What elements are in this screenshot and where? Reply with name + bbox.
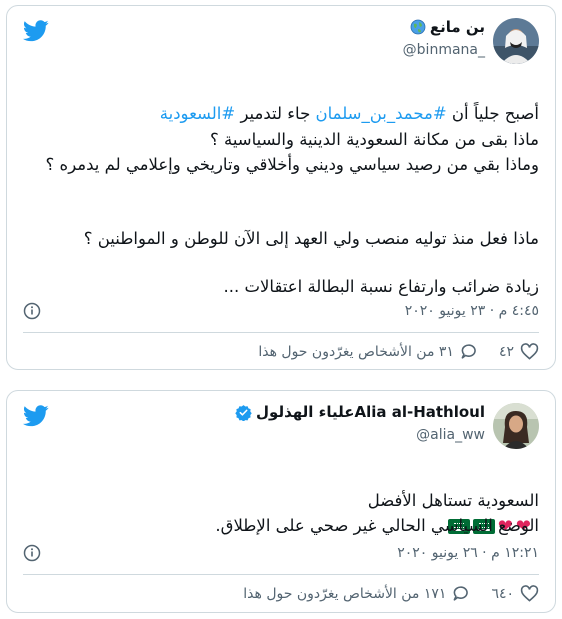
author-name-row[interactable]: بن مانع [410, 18, 485, 36]
tweet-card[interactable]: Alia al-Hathloulعلياء الهذلول @alia_ww ا… [6, 390, 556, 613]
reply-bubble-icon [461, 344, 476, 359]
timestamp[interactable]: ١٢:٢١ م · ٢٦ يونيو ٢٠٢٠ [397, 545, 539, 561]
meta-row: ٤:٤٥ م · ٢٣ يونيو ٢٠٢٠ [23, 302, 539, 320]
talking-count: ١٧١ من الأشخاص يغرّدون حول هذا [243, 585, 447, 602]
tweet-paragraph: ماذا بقى من مكانة السعودية الدينية والسي… [45, 130, 539, 174]
hashtag-link[interactable]: #محمد_بن_سلمان [316, 104, 447, 123]
text-segment: جاء لتدمير [235, 104, 316, 123]
like-button[interactable]: ٦٤٠ [491, 584, 539, 603]
action-row: ٦٤٠ ١٧١ من الأشخاص يغرّدون حول هذا [23, 584, 539, 603]
avatar[interactable] [493, 403, 539, 449]
like-count: ٤٢ [498, 343, 514, 360]
verified-badge-icon [235, 404, 252, 421]
tweet-paragraph: السعودية تستاهل الأفضل [367, 491, 539, 510]
heart-icon [520, 585, 539, 602]
info-icon[interactable] [23, 544, 41, 562]
reply-talking-button[interactable]: ١٧١ من الأشخاص يغرّدون حول هذا [243, 584, 471, 603]
tweet-paragraph: الوضع السياسي الحالي غير صحي على الإطلاق… [215, 516, 539, 535]
display-name[interactable]: Alia al-Hathloulعلياء الهذلول [256, 403, 485, 421]
twitter-bird-icon[interactable] [23, 20, 49, 42]
handle[interactable]: @alia_ww [416, 427, 485, 443]
talking-count: ٣١ من الأشخاص يغرّدون حول هذا [258, 343, 454, 360]
meta-row: ١٢:٢١ م · ٢٦ يونيو ٢٠٢٠ [23, 544, 539, 562]
like-button[interactable]: ٤٢ [499, 342, 539, 361]
hashtag-link[interactable]: #السعودية [160, 104, 235, 123]
tweet-card[interactable]: بن مانع @binmana_ أصبح جلياً أن #محمد_بن… [6, 5, 556, 370]
reply-bubble-icon [454, 586, 469, 601]
text-segment: أصبح جلياً أن [446, 104, 539, 123]
timestamp[interactable]: ٤:٤٥ م · ٢٣ يونيو ٢٠٢٠ [405, 303, 539, 319]
display-name[interactable]: بن مانع [430, 18, 485, 36]
action-row: ٤٢ ٣١ من الأشخاص يغرّدون حول هذا [23, 342, 539, 361]
info-icon[interactable] [23, 302, 41, 320]
handle[interactable]: @binmana_ [403, 42, 485, 58]
like-count: ٦٤٠ [491, 585, 514, 602]
author-name-row[interactable]: Alia al-Hathloulعلياء الهذلول [235, 403, 485, 421]
tweet-paragraph: ماذا فعل منذ توليه منصب ولي العهد إلى ال… [83, 229, 539, 248]
divider [23, 574, 539, 575]
tweet-paragraph: زيادة ضرائب وارتفاع نسبة البطالة اعتقالا… [223, 277, 540, 296]
heart-icon [520, 343, 539, 360]
globe-icon [410, 19, 426, 35]
reply-talking-button[interactable]: ٣١ من الأشخاص يغرّدون حول هذا [258, 342, 479, 361]
twitter-bird-icon[interactable] [23, 405, 49, 427]
avatar[interactable] [493, 18, 539, 64]
tweet-text: أصبح جلياً أن #محمد_بن_سلمان جاء لتدمير … [21, 76, 539, 126]
divider [23, 332, 539, 333]
